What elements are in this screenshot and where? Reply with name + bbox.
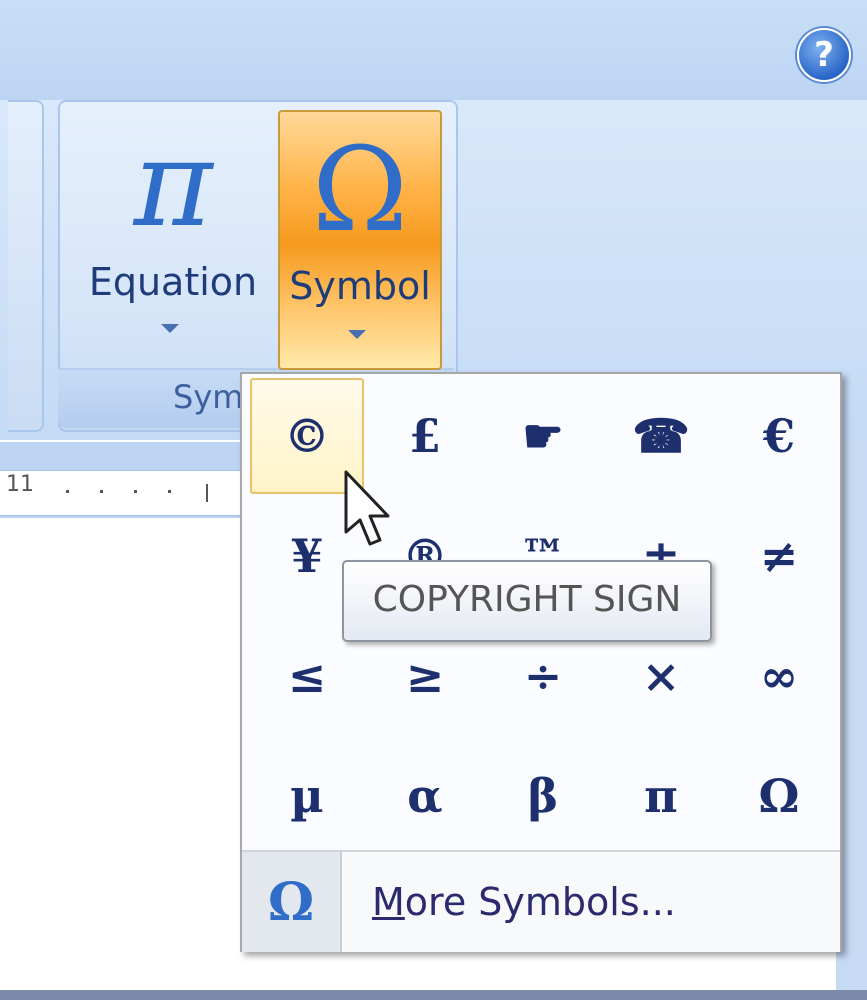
ruler-tick xyxy=(134,490,137,493)
symbol-label: Symbol xyxy=(289,264,431,308)
symbol-glyph: ∞ xyxy=(759,649,799,703)
symbol-cell[interactable]: µ xyxy=(248,736,366,856)
symbol-button[interactable]: Ω Symbol xyxy=(278,110,442,370)
symbol-cell[interactable]: ☎ xyxy=(602,376,720,496)
symbol-cell[interactable]: € xyxy=(720,376,838,496)
symbol-glyph: Ω xyxy=(758,769,800,823)
equation-label: Equation xyxy=(88,260,258,304)
omega-icon: Ω xyxy=(242,852,342,952)
ruler-tick xyxy=(100,490,103,493)
symbol-glyph: ≥ xyxy=(405,649,445,703)
chevron-down-icon xyxy=(161,324,179,333)
pointing-hand-icon: ☛ xyxy=(522,409,564,463)
ruler-number: 11 xyxy=(6,472,34,497)
symbol-glyph: © xyxy=(284,409,330,463)
symbol-glyph: π xyxy=(644,769,678,823)
ruler-tick xyxy=(66,490,69,493)
ruler-marker xyxy=(206,484,208,502)
more-symbols-label: More Symbols... xyxy=(372,880,676,924)
equation-button[interactable]: π Equation xyxy=(78,110,268,360)
mouse-cursor-icon xyxy=(344,470,390,546)
pi-icon: π xyxy=(133,115,213,254)
symbol-cell[interactable]: Ω xyxy=(720,736,838,856)
chevron-down-icon xyxy=(348,330,366,339)
omega-icon: Ω xyxy=(311,123,409,258)
more-symbols-accelerator: M xyxy=(372,880,405,924)
symbols-group-label: Sym xyxy=(173,378,244,416)
symbol-cell[interactable]: β xyxy=(484,736,602,856)
symbol-glyph: ÷ xyxy=(523,649,563,703)
symbol-glyph: ≤ xyxy=(287,649,327,703)
symbol-cell[interactable]: α xyxy=(366,736,484,856)
symbol-cell[interactable]: ∞ xyxy=(720,616,838,736)
symbol-glyph: µ xyxy=(290,769,324,823)
symbol-cell[interactable]: ≠ xyxy=(720,496,838,616)
more-symbols-button[interactable]: Ω More Symbols... xyxy=(242,850,840,952)
help-button[interactable]: ? xyxy=(797,28,851,82)
symbol-glyph: ¥ xyxy=(290,529,323,583)
telephone-icon: ☎ xyxy=(632,409,690,463)
symbol-cell[interactable]: ☛ xyxy=(484,376,602,496)
tooltip: COPYRIGHT SIGN xyxy=(342,560,712,642)
status-strip xyxy=(0,990,867,1000)
more-symbols-text: ore Symbols... xyxy=(404,880,676,924)
symbol-glyph: α xyxy=(407,769,443,823)
symbol-glyph: £ xyxy=(408,409,441,463)
symbol-glyph: € xyxy=(762,409,795,463)
symbol-glyph: β xyxy=(527,769,559,823)
help-icon: ? xyxy=(814,35,834,75)
ruler-tick xyxy=(168,490,171,493)
symbol-cell[interactable]: π xyxy=(602,736,720,856)
previous-ribbon-group xyxy=(8,100,44,432)
ribbon-tab-area xyxy=(0,0,867,100)
symbol-glyph: ≠ xyxy=(759,529,799,583)
symbol-glyph: × xyxy=(641,649,681,703)
symbol-gallery: © £ ☛ ☎ € ¥ ® ™ ± ≠ ≤ ≥ ÷ × ∞ µ α β π Ω Ω More Symbols... xyxy=(240,372,842,952)
ruler-strip xyxy=(0,470,246,516)
